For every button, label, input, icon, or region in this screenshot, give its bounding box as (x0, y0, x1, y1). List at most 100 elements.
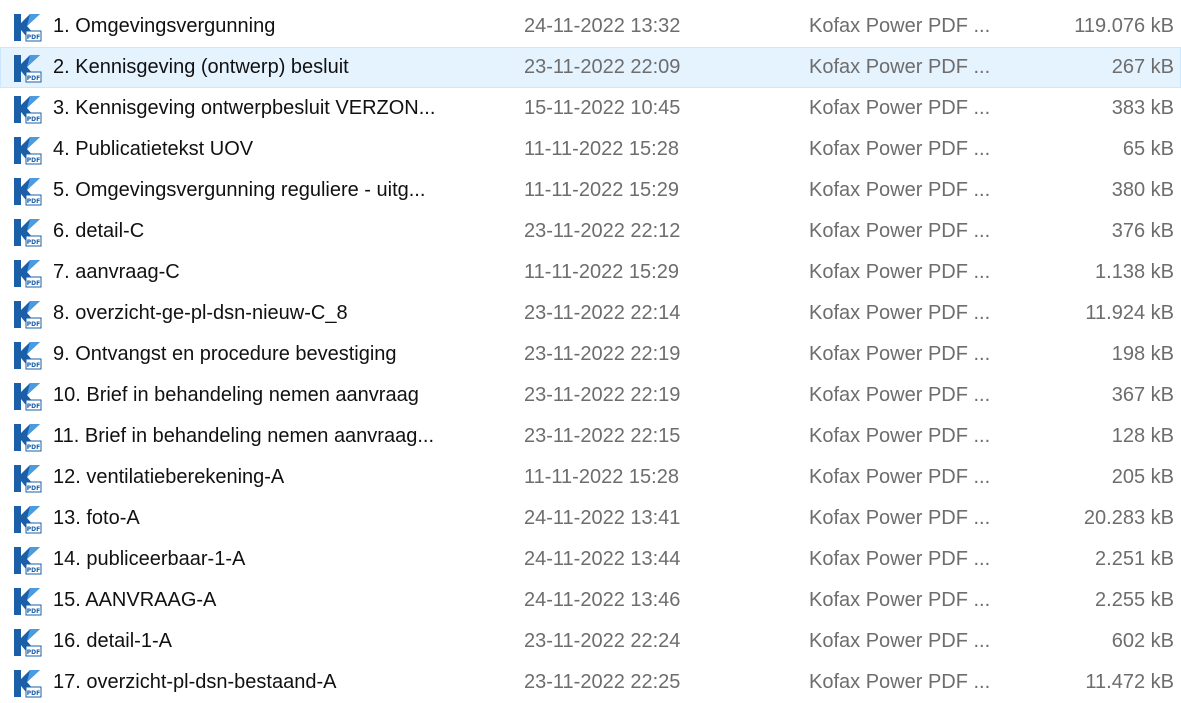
svg-text:PDF: PDF (27, 198, 40, 205)
kofax-pdf-icon: PDF (13, 177, 42, 206)
file-row[interactable]: PDF 12. ventilatieberekening-A 11-11-2022 … (0, 457, 1181, 498)
kofax-pdf-icon: PDF (13, 218, 42, 247)
file-date-modified: 15-11-2022 10:45 (524, 97, 681, 119)
svg-text:PDF: PDF (27, 526, 40, 533)
file-type: Kofax Power PDF ... (809, 138, 991, 160)
file-row[interactable]: PDF 5. Omgevingsvergunning reguliere - ui… (0, 170, 1181, 211)
file-size: 267 kB (1111, 56, 1174, 78)
kofax-pdf-icon: PDF (13, 423, 42, 452)
file-type: Kofax Power PDF ... (809, 302, 991, 324)
file-name: 8. overzicht-ge-pl-dsn-nieuw-C_8 (53, 302, 348, 324)
file-type: Kofax Power PDF ... (809, 507, 991, 529)
file-type: Kofax Power PDF ... (809, 425, 991, 447)
file-size: 119.076 kB (1074, 15, 1174, 37)
file-date-modified: 11-11-2022 15:28 (524, 138, 679, 160)
file-name: 17. overzicht-pl-dsn-bestaand-A (53, 671, 337, 693)
file-date-modified: 11-11-2022 15:28 (524, 466, 679, 488)
kofax-pdf-icon: PDF (13, 382, 42, 411)
file-name: 12. ventilatieberekening-A (53, 466, 285, 488)
file-size: 128 kB (1111, 425, 1174, 447)
file-type: Kofax Power PDF ... (809, 97, 991, 119)
file-type: Kofax Power PDF ... (809, 343, 991, 365)
file-type: Kofax Power PDF ... (809, 466, 991, 488)
file-size: 602 kB (1111, 630, 1174, 652)
file-date-modified: 23-11-2022 22:24 (524, 630, 681, 652)
file-size: 383 kB (1111, 97, 1174, 119)
file-size: 198 kB (1111, 343, 1174, 365)
svg-text:PDF: PDF (27, 321, 40, 328)
kofax-pdf-icon: PDF (13, 300, 42, 329)
file-size: 205 kB (1111, 466, 1174, 488)
file-date-modified: 23-11-2022 22:12 (524, 220, 681, 242)
file-row[interactable]: PDF 1. Omgevingsvergunning 24-11-2022 13:3… (0, 6, 1181, 47)
file-list: PDF 1. Omgevingsvergunning 24-11-2022 13:3… (0, 6, 1181, 703)
svg-text:PDF: PDF (27, 75, 40, 82)
kofax-pdf-icon: PDF (13, 464, 42, 493)
svg-text:PDF: PDF (27, 485, 40, 492)
kofax-pdf-icon: PDF (13, 54, 42, 83)
file-row[interactable]: PDF 11. Brief in behandeling nemen aanvra… (0, 416, 1181, 457)
file-date-modified: 23-11-2022 22:09 (524, 56, 681, 78)
file-type: Kofax Power PDF ... (809, 220, 991, 242)
file-row[interactable]: PDF 8. overzicht-ge-pl-dsn-nieuw-C_8 23-11… (0, 293, 1181, 334)
file-name: 16. detail-1-A (53, 630, 172, 652)
file-type: Kofax Power PDF ... (809, 384, 991, 406)
file-size: 380 kB (1111, 179, 1174, 201)
file-size: 376 kB (1111, 220, 1174, 242)
file-row[interactable]: PDF 17. overzicht-pl-dsn-bestaand-A 23-11-… (0, 662, 1181, 703)
svg-text:PDF: PDF (27, 649, 40, 656)
kofax-pdf-icon: PDF (13, 546, 42, 575)
file-date-modified: 24-11-2022 13:46 (524, 589, 681, 611)
file-row[interactable]: PDF 16. detail-1-A 23-11-2022 22:24 Kofax P… (0, 621, 1181, 662)
file-row[interactable]: PDF 10. Brief in behandeling nemen aanvra… (0, 375, 1181, 416)
kofax-pdf-icon: PDF (13, 587, 42, 616)
file-row[interactable]: PDF 4. Publicatietekst UOV 11-11-2022 15:2… (0, 129, 1181, 170)
file-date-modified: 23-11-2022 22:15 (524, 425, 681, 447)
svg-text:PDF: PDF (27, 444, 40, 451)
file-name: 11. Brief in behandeling nemen aanvraag.… (53, 425, 435, 447)
file-date-modified: 11-11-2022 15:29 (524, 179, 679, 201)
svg-text:PDF: PDF (27, 157, 40, 164)
file-type: Kofax Power PDF ... (809, 261, 991, 283)
file-type: Kofax Power PDF ... (809, 179, 991, 201)
file-name: 9. Ontvangst en procedure bevestiging (53, 343, 397, 365)
file-size: 11.924 kB (1085, 302, 1174, 324)
file-row[interactable]: PDF 2. Kennisgeving (ontwerp) besluit 23-1… (0, 47, 1181, 88)
file-size: 2.255 kB (1095, 589, 1174, 611)
file-row[interactable]: PDF 6. detail-C 23-11-2022 22:12 Kofax Powe… (0, 211, 1181, 252)
file-name: 2. Kennisgeving (ontwerp) besluit (53, 56, 349, 78)
file-size: 65 kB (1122, 138, 1174, 160)
file-date-modified: 24-11-2022 13:32 (524, 15, 681, 37)
svg-text:PDF: PDF (27, 280, 40, 287)
file-type: Kofax Power PDF ... (809, 630, 991, 652)
file-date-modified: 23-11-2022 22:19 (524, 343, 681, 365)
file-type: Kofax Power PDF ... (809, 15, 991, 37)
svg-text:PDF: PDF (27, 608, 40, 615)
kofax-pdf-icon: PDF (13, 136, 42, 165)
file-name: 15. AANVRAAG-A (53, 589, 217, 611)
file-name: 13. foto-A (53, 507, 140, 529)
kofax-pdf-icon: PDF (13, 259, 42, 288)
kofax-pdf-icon: PDF (13, 669, 42, 698)
file-size: 1.138 kB (1095, 261, 1174, 283)
file-row[interactable]: PDF 9. Ontvangst en procedure bevestiging… (0, 334, 1181, 375)
kofax-pdf-icon: PDF (13, 341, 42, 370)
svg-text:PDF: PDF (27, 239, 40, 246)
file-row[interactable]: PDF 7. aanvraag-C 11-11-2022 15:29 Kofax Po… (0, 252, 1181, 293)
file-name: 7. aanvraag-C (53, 261, 180, 283)
file-row[interactable]: PDF 3. Kennisgeving ontwerpbesluit VERZON… (0, 88, 1181, 129)
file-date-modified: 23-11-2022 22:25 (524, 671, 681, 693)
file-type: Kofax Power PDF ... (809, 589, 991, 611)
file-name: 4. Publicatietekst UOV (53, 138, 254, 160)
file-row[interactable]: PDF 13. foto-A 24-11-2022 13:41 Kofax Power… (0, 498, 1181, 539)
svg-text:PDF: PDF (27, 116, 40, 123)
file-row[interactable]: PDF 14. publiceerbaar-1-A 24-11-2022 13:44… (0, 539, 1181, 580)
file-name: 3. Kennisgeving ontwerpbesluit VERZON... (53, 97, 436, 119)
file-date-modified: 24-11-2022 13:44 (524, 548, 681, 570)
file-row[interactable]: PDF 15. AANVRAAG-A 24-11-2022 13:46 Kofax P… (0, 580, 1181, 621)
file-name: 6. detail-C (53, 220, 145, 242)
file-name: 5. Omgevingsvergunning reguliere - uitg.… (53, 179, 426, 201)
file-name: 10. Brief in behandeling nemen aanvraag (53, 384, 419, 406)
svg-text:PDF: PDF (27, 403, 40, 410)
kofax-pdf-icon: PDF (13, 95, 42, 124)
